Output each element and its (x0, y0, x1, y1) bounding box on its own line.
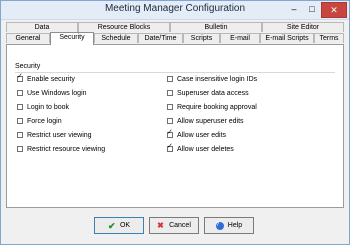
minimize-icon: – (291, 4, 297, 14)
cancel-button-label: Cancel (169, 222, 191, 229)
checkbox-label: Login to book (27, 103, 70, 111)
checkbox-label: Restrict user viewing (27, 131, 92, 139)
checkbox-login-to-book[interactable]: Login to book (17, 102, 69, 112)
checkbox-allow-superuser-edits[interactable]: Allow superuser edits (167, 116, 244, 126)
tab-email[interactable]: E-mail (220, 33, 260, 43)
checkbox-superuser-data-access[interactable]: Superuser data access (167, 88, 249, 98)
checkbox-allow-user-deletes[interactable]: Allow user deletes (167, 143, 234, 154)
tab-general[interactable]: General (6, 33, 50, 43)
checkbox-restrict-user-viewing[interactable]: Restrict user viewing (17, 130, 92, 140)
checkbox-restrict-resource-viewing[interactable]: Restrict resource viewing (17, 144, 105, 154)
checkbox-box[interactable] (167, 143, 173, 152)
tab-scripts[interactable]: Scripts (183, 33, 220, 43)
help-icon: ? (215, 221, 224, 230)
help-button-label: Help (227, 222, 243, 229)
tab-terms[interactable]: Terms (314, 33, 344, 43)
checkbox-label: Superuser data access (177, 89, 249, 97)
checkbox-box[interactable] (167, 76, 173, 82)
cancel-icon: ✖ (157, 221, 164, 230)
tab-data[interactable]: Data (6, 22, 78, 32)
tab-site-editor[interactable]: Site Editor (262, 22, 344, 32)
tab-strip: Data Resource Blocks Bulletin Site Edito… (6, 22, 344, 45)
checkbox-label: Allow user deletes (177, 145, 234, 153)
tab-bulletin[interactable]: Bulletin (170, 22, 262, 32)
tab-security[interactable]: Security (50, 32, 94, 45)
checkbox-box[interactable] (17, 118, 23, 124)
checkbox-enable-security[interactable]: Enable security (17, 73, 75, 84)
checkbox-box[interactable] (17, 90, 23, 96)
checkbox-force-login[interactable]: Force login (17, 116, 62, 126)
checkbox-use-windows-login[interactable]: Use Windows login (17, 88, 87, 98)
ok-button[interactable]: ✔ OK (94, 217, 144, 234)
checkbox-box[interactable] (17, 104, 23, 110)
checkbox-box[interactable] (167, 118, 173, 124)
title-bar: Meeting Manager Configuration – □ ✕ (1, 1, 349, 20)
tab-email-scripts[interactable]: E-mail Scripts (260, 33, 314, 43)
cancel-button[interactable]: ✖ Cancel (149, 217, 199, 234)
checkbox-box[interactable] (17, 132, 23, 138)
group-separator (15, 72, 335, 73)
checkbox-require-booking-approval[interactable]: Require booking approval (167, 102, 257, 112)
maximize-button[interactable]: □ (303, 2, 321, 16)
security-panel: Security Enable security Use Windows log… (6, 44, 344, 208)
checkbox-label: Allow user edits (177, 131, 227, 139)
tab-date-time[interactable]: Date/Time (138, 33, 183, 43)
checkbox-label: Require booking approval (177, 103, 257, 111)
checkbox-label: Case insensitive login IDs (177, 75, 258, 83)
checkbox-case-insensitive-login-ids[interactable]: Case insensitive login IDs (167, 74, 257, 84)
dialog-footer: ✔ OK ✖ Cancel ? Help (1, 208, 349, 244)
checkbox-label: Use Windows login (27, 89, 87, 97)
checkbox-label: Enable security (27, 75, 75, 83)
checkbox-label: Restrict resource viewing (27, 145, 106, 153)
close-icon: ✕ (330, 4, 338, 15)
checkbox-box[interactable] (17, 146, 23, 152)
tab-schedule[interactable]: Schedule (94, 33, 138, 43)
minimize-button[interactable]: – (285, 2, 303, 16)
tab-resource-blocks[interactable]: Resource Blocks (78, 22, 170, 32)
maximize-icon: □ (309, 4, 315, 14)
checkbox-box[interactable] (167, 129, 173, 138)
close-button[interactable]: ✕ (321, 2, 347, 18)
checkbox-label: Force login (27, 117, 62, 125)
checkbox-box[interactable] (17, 73, 23, 82)
check-icon: ✔ (107, 220, 116, 231)
ok-button-label: OK (119, 222, 131, 229)
help-button[interactable]: ? Help (204, 217, 254, 234)
checkbox-allow-user-edits[interactable]: Allow user edits (167, 129, 227, 140)
security-group-label: Security (15, 63, 41, 70)
checkbox-label: Allow superuser edits (177, 117, 244, 125)
configuration-window: Meeting Manager Configuration – □ ✕ Data… (0, 0, 350, 245)
checkbox-box[interactable] (167, 90, 173, 96)
checkbox-box[interactable] (167, 104, 173, 110)
